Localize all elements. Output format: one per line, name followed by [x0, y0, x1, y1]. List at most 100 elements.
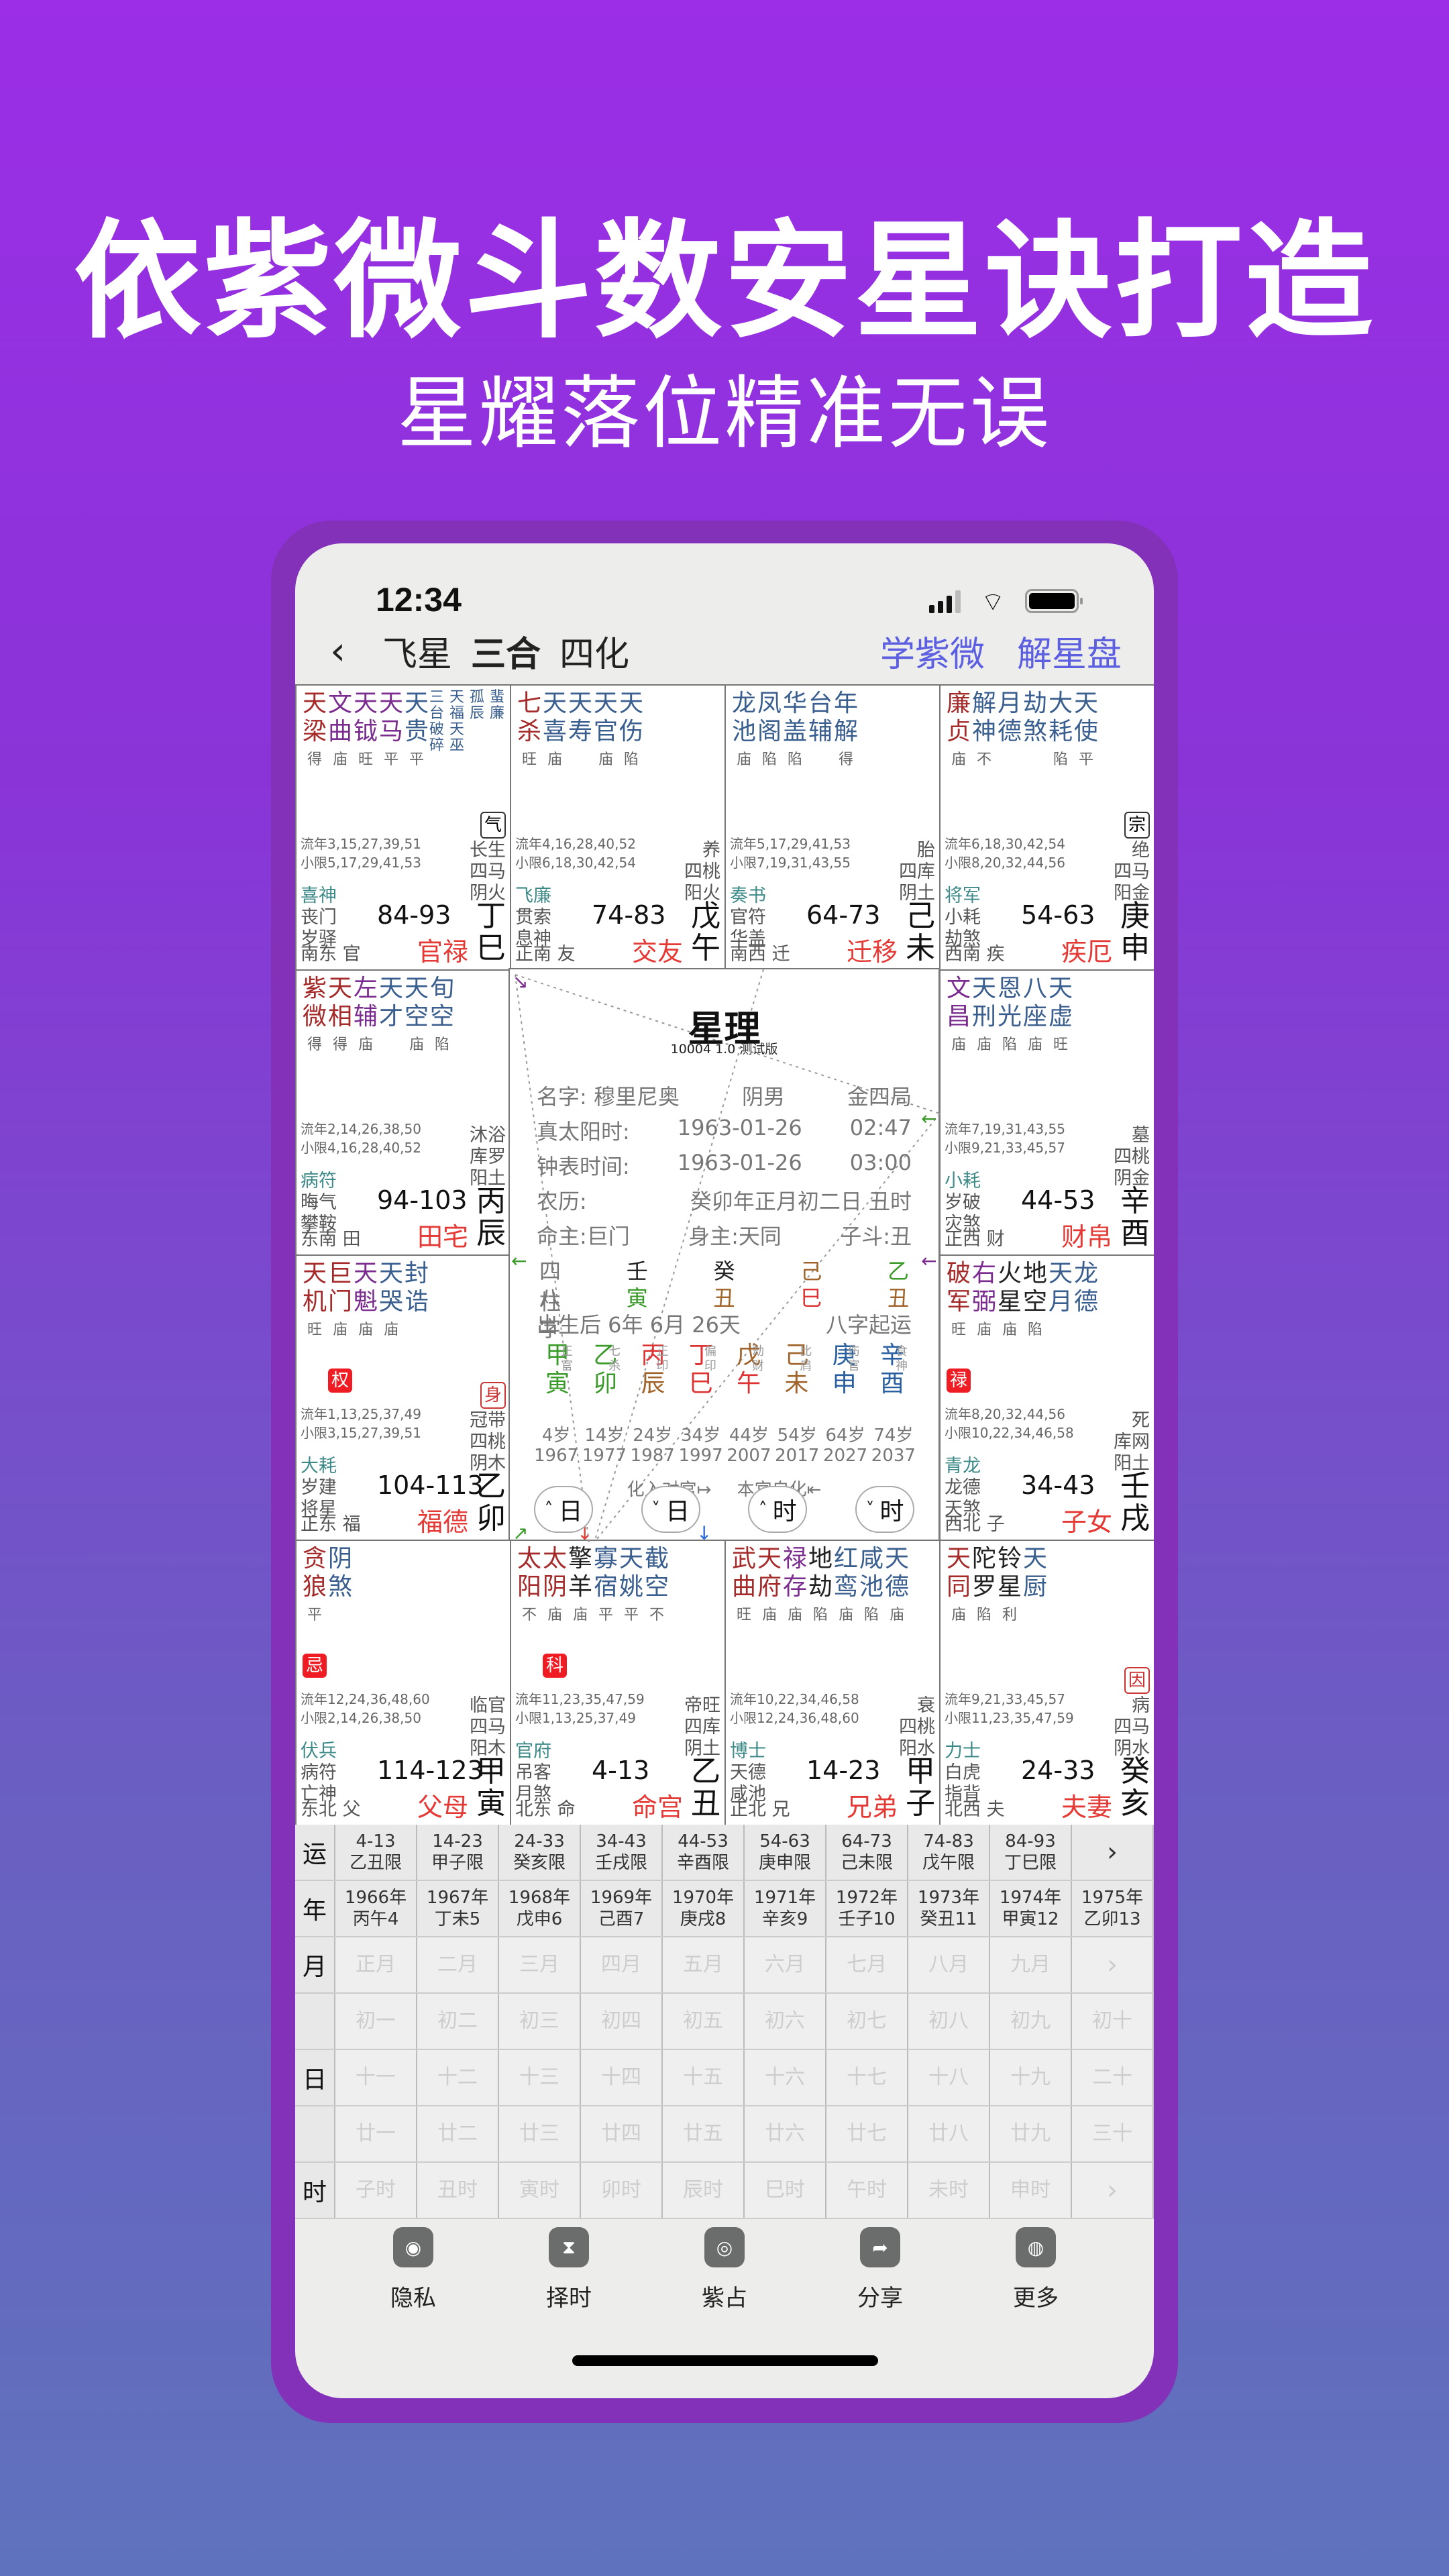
- day-cell[interactable]: 初十: [1072, 1994, 1154, 2049]
- next-arrow-button[interactable]: ›: [1072, 1825, 1154, 1880]
- month-cell[interactable]: 四月: [581, 1937, 663, 1992]
- palace-si[interactable]: 天梁得文曲庙天钺旺天马平天贵平三台破碎天福天巫孤辰蜚廉气流年3,15,27,39…: [295, 684, 511, 971]
- palace-you[interactable]: 文昌庙天刑庙恩光陷八座庙天虚旺流年7,19,31,43,55 小限9,21,33,…: [939, 969, 1154, 1256]
- prev-hour-button[interactable]: ˄ 时: [748, 1486, 808, 1533]
- tab-privacy[interactable]: ◉ 隐私: [390, 2227, 436, 2312]
- next-arrow-button[interactable]: ›: [1072, 2163, 1154, 2218]
- tab-feixing[interactable]: 飞星: [382, 626, 452, 676]
- day-cell[interactable]: 初五: [663, 1994, 745, 2049]
- day-cell[interactable]: 廿六: [745, 2106, 826, 2161]
- day-cell[interactable]: 三十: [1072, 2106, 1154, 2161]
- learn-ziwei-link[interactable]: 学紫微: [880, 626, 985, 676]
- palace-hai[interactable]: 天同庙陀罗陷铃星利天厨 因流年9,21,33,45,57 小限11,23,35,4…: [939, 1540, 1154, 1826]
- day-cell[interactable]: 十一: [335, 2050, 417, 2105]
- tab-sihua[interactable]: 四化: [559, 626, 629, 676]
- hour-cell[interactable]: 申时: [990, 2163, 1072, 2218]
- dayun-cell[interactable]: 64-73 己未限: [826, 1825, 908, 1880]
- day-cell[interactable]: 廿七: [826, 2106, 908, 2161]
- day-cell[interactable]: 十七: [826, 2050, 908, 2105]
- palace-name[interactable]: 财帛: [1061, 1216, 1112, 1253]
- palace-name[interactable]: 田宅: [417, 1216, 468, 1253]
- day-cell[interactable]: 廿四: [581, 2106, 663, 2161]
- day-cell[interactable]: 初二: [417, 1994, 499, 2049]
- day-cell[interactable]: 初八: [908, 1994, 990, 2049]
- year-cell[interactable]: 1970年 庚戌8: [663, 1881, 745, 1936]
- day-cell[interactable]: 十五: [663, 2050, 745, 2105]
- tab-divination[interactable]: ◎ 紫占: [702, 2227, 747, 2312]
- hour-cell[interactable]: 丑时: [417, 2163, 499, 2218]
- palace-zi[interactable]: 武曲旺天府庙禄存庙地劫陷红鸾庙咸池陷天德庙流年10,22,34,46,58 小限1…: [724, 1540, 941, 1826]
- palace-name[interactable]: 福德: [417, 1501, 468, 1538]
- year-cell[interactable]: 1967年 丁未5: [417, 1881, 499, 1936]
- day-cell[interactable]: 初七: [826, 1994, 908, 2049]
- hour-cell[interactable]: 卯时: [581, 2163, 663, 2218]
- back-button[interactable]: ‹: [330, 628, 364, 674]
- day-cell[interactable]: 初九: [990, 1994, 1072, 2049]
- day-cell[interactable]: 十八: [908, 2050, 990, 2105]
- day-cell[interactable]: 初六: [745, 1994, 826, 2049]
- day-cell[interactable]: 十四: [581, 2050, 663, 2105]
- month-cell[interactable]: 八月: [908, 1937, 990, 1992]
- day-cell[interactable]: 十九: [990, 2050, 1072, 2105]
- month-cell[interactable]: 二月: [417, 1937, 499, 1992]
- day-cell[interactable]: 廿二: [417, 2106, 499, 2161]
- palace-name[interactable]: 交友: [632, 931, 683, 968]
- palace-chen[interactable]: 紫微得天相得左辅庙天才 天空庙旬空陷流年2,14,26,38,50 小限4,16,…: [295, 969, 511, 1256]
- dayun-cell[interactable]: 24-33 癸亥限: [499, 1825, 581, 1880]
- dayun-cell[interactable]: 34-43 壬戌限: [581, 1825, 663, 1880]
- dayun-cell[interactable]: 74-83 戊午限: [908, 1825, 990, 1880]
- dayun-cell[interactable]: 54-63 庚申限: [745, 1825, 826, 1880]
- palace-mao[interactable]: 天机旺巨门庙天魁庙天哭庙封诰 权身流年1,13,25,37,49 小限3,15,2…: [295, 1254, 511, 1541]
- palace-name[interactable]: 夫妻: [1061, 1786, 1112, 1823]
- interpret-chart-link[interactable]: 解星盘: [1017, 626, 1122, 676]
- hour-cell[interactable]: 未时: [908, 2163, 990, 2218]
- palace-shen[interactable]: 廉贞庙解神不月德 劫煞 大耗陷天使平宗流年6,18,30,42,54 小限8,20…: [939, 684, 1154, 971]
- year-cell[interactable]: 1971年 辛亥9: [745, 1881, 826, 1936]
- month-cell[interactable]: 五月: [663, 1937, 745, 1992]
- palace-wu[interactable]: 七杀旺天喜庙天寿 天官庙天伤陷流年4,16,28,40,52 小限6,18,30,…: [510, 684, 726, 971]
- hour-cell[interactable]: 辰时: [663, 2163, 745, 2218]
- month-cell[interactable]: 七月: [826, 1937, 908, 1992]
- palace-name[interactable]: 子女: [1061, 1501, 1112, 1538]
- palace-name[interactable]: 兄弟: [847, 1786, 898, 1823]
- palace-yin[interactable]: 贪狼平阴煞 忌流年12,24,36,48,60 小限2,14,26,38,50 伏兵…: [295, 1540, 511, 1826]
- month-cell[interactable]: 六月: [745, 1937, 826, 1992]
- hour-cell[interactable]: 寅时: [499, 2163, 581, 2218]
- tab-more[interactable]: ◍ 更多: [1013, 2227, 1059, 2312]
- month-cell[interactable]: 正月: [335, 1937, 417, 1992]
- palace-name[interactable]: 命宫: [632, 1786, 683, 1823]
- dayun-cell[interactable]: 44-53 辛酉限: [663, 1825, 745, 1880]
- hour-cell[interactable]: 子时: [335, 2163, 417, 2218]
- day-cell[interactable]: 廿九: [990, 2106, 1072, 2161]
- palace-name[interactable]: 疾厄: [1061, 931, 1112, 968]
- day-cell[interactable]: 廿一: [335, 2106, 417, 2161]
- next-hour-button[interactable]: ˅ 时: [855, 1486, 914, 1533]
- year-cell[interactable]: 1973年 癸丑11: [908, 1881, 990, 1936]
- day-cell[interactable]: 初四: [581, 1994, 663, 2049]
- palace-xu[interactable]: 破军旺右弼庙火星庙地空陷天月 龙德 禄流年8,20,32,44,56 小限10,2…: [939, 1254, 1154, 1541]
- day-cell[interactable]: 廿五: [663, 2106, 745, 2161]
- month-cell[interactable]: 九月: [990, 1937, 1072, 1992]
- day-cell[interactable]: 初一: [335, 1994, 417, 2049]
- day-cell[interactable]: 初三: [499, 1994, 581, 2049]
- prev-day-button[interactable]: ˄ 日: [534, 1486, 593, 1533]
- tab-sanhe[interactable]: 三合: [471, 626, 541, 676]
- dayun-cell[interactable]: 84-93 丁巳限: [990, 1825, 1072, 1880]
- tab-share[interactable]: ➦ 分享: [857, 2227, 903, 2312]
- hour-cell[interactable]: 巳时: [745, 2163, 826, 2218]
- dayun-cell[interactable]: 4-13 乙丑限: [335, 1825, 417, 1880]
- year-cell[interactable]: 1966年 丙午4: [335, 1881, 417, 1936]
- year-cell[interactable]: 1968年 戊申6: [499, 1881, 581, 1936]
- year-cell[interactable]: 1974年 甲寅12: [990, 1881, 1072, 1936]
- dayun-cell[interactable]: 14-23 甲子限: [417, 1825, 499, 1880]
- hour-cell[interactable]: 午时: [826, 2163, 908, 2218]
- next-arrow-button[interactable]: ›: [1072, 1937, 1154, 1992]
- palace-wei[interactable]: 龙池庙凤阁陷华盖陷台辅 年解得流年5,17,29,41,53 小限7,19,31,…: [724, 684, 941, 971]
- next-day-button[interactable]: ˅ 日: [641, 1486, 700, 1533]
- day-cell[interactable]: 廿八: [908, 2106, 990, 2161]
- tab-hourglass[interactable]: ⧗ 择时: [546, 2227, 592, 2312]
- palace-name[interactable]: 父母: [417, 1786, 468, 1823]
- palace-name[interactable]: 迁移: [847, 931, 898, 968]
- day-cell[interactable]: 二十: [1072, 2050, 1154, 2105]
- day-cell[interactable]: 十六: [745, 2050, 826, 2105]
